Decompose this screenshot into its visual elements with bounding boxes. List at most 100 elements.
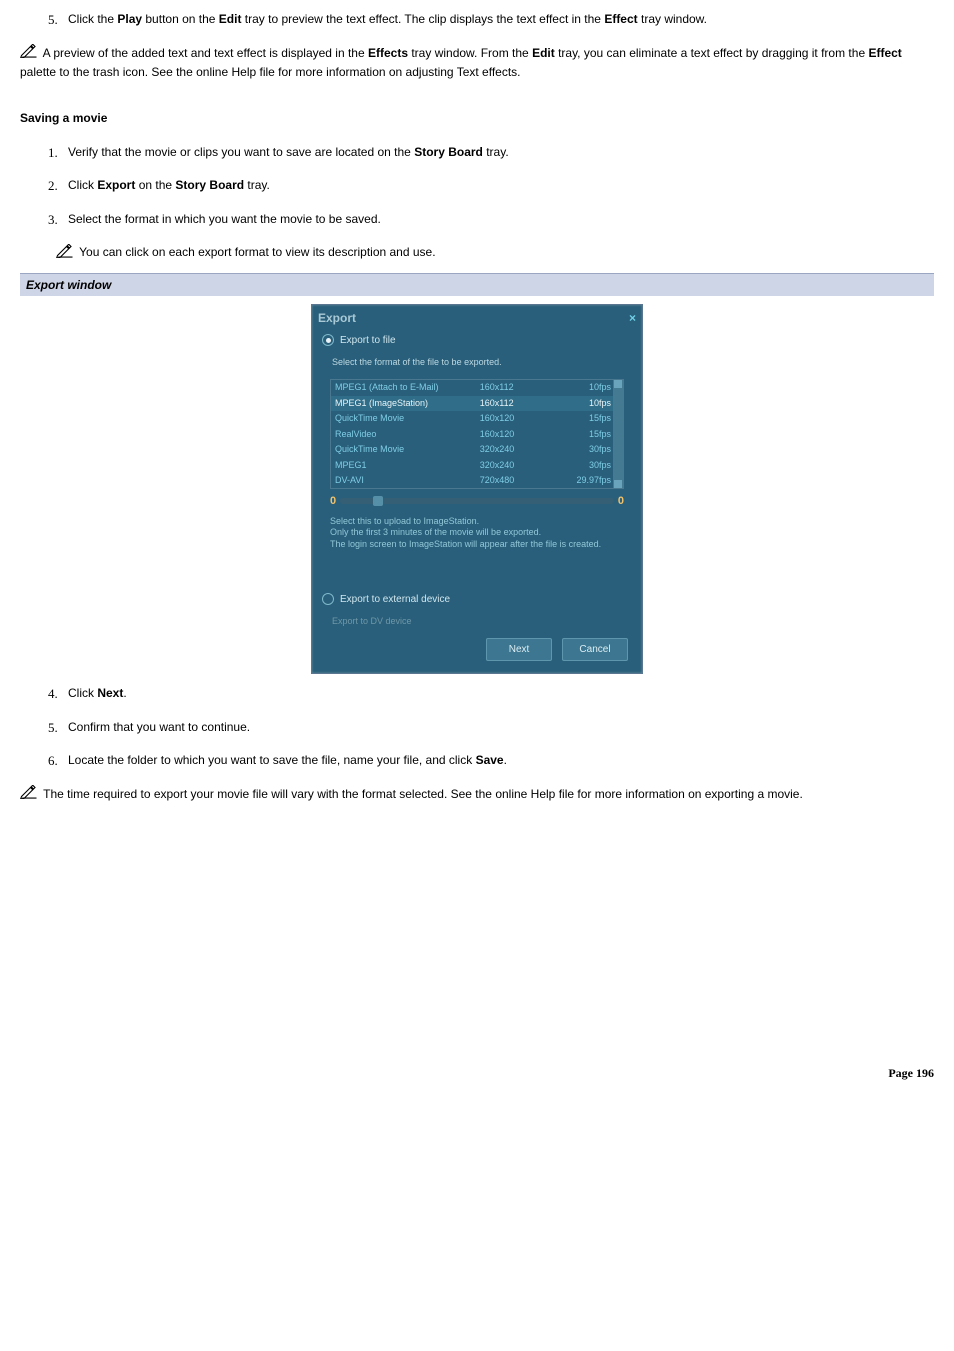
- format-row[interactable]: MPEG1320x24030fps: [331, 458, 623, 474]
- step-text: Locate the folder to which you want to s…: [68, 751, 934, 771]
- text: tray, you can eliminate a text effect by…: [555, 46, 869, 60]
- text: tray window.: [638, 12, 707, 26]
- format-row[interactable]: QuickTime Movie160x12015fps: [331, 411, 623, 427]
- radio-export-to-file[interactable]: Export to file: [312, 331, 642, 350]
- bold: Edit: [219, 12, 242, 26]
- list-number: 1.: [48, 143, 68, 163]
- page-number: Page 196: [20, 1064, 934, 1082]
- step-4: 4. Click Next.: [48, 684, 934, 704]
- text: Verify that the movie or clips you want …: [68, 145, 414, 159]
- step-1: 1. Verify that the movie or clips you wa…: [48, 143, 934, 163]
- text: .: [504, 753, 507, 767]
- bold: Effects: [368, 46, 408, 60]
- format-list[interactable]: MPEG1 (Attach to E-Mail)160x11210fpsMPEG…: [330, 379, 624, 489]
- text: A preview of the added text and text eff…: [40, 46, 368, 60]
- format-fps: 29.97fps: [561, 474, 619, 488]
- bold: Effect: [604, 12, 637, 26]
- step-3: 3. Select the format in which you want t…: [48, 210, 934, 230]
- cancel-button[interactable]: Cancel: [562, 638, 628, 661]
- format-resolution: 320x240: [480, 459, 561, 473]
- format-instruction: Select the format of the file to be expo…: [312, 350, 642, 376]
- step-text: Select the format in which you want the …: [68, 210, 934, 230]
- format-resolution: 160x120: [480, 412, 561, 426]
- format-name: MPEG1: [335, 459, 480, 473]
- format-row[interactable]: QuickTime Movie320x24030fps: [331, 442, 623, 458]
- text: button on the: [142, 12, 219, 26]
- radio-icon: [322, 593, 334, 605]
- format-row[interactable]: RealVideo160x12015fps: [331, 427, 623, 443]
- format-resolution: 720x480: [480, 474, 561, 488]
- format-fps: 30fps: [561, 459, 619, 473]
- quality-slider[interactable]: [340, 498, 614, 504]
- saving-steps-continued: 4. Click Next. 5. Confirm that you want …: [20, 684, 934, 771]
- desc-line: Only the first 3 minutes of the movie wi…: [330, 527, 624, 539]
- text: tray to preview the text effect. The cli…: [241, 12, 604, 26]
- bold: Story Board: [175, 178, 244, 192]
- slider-thumb[interactable]: [373, 496, 383, 506]
- step-5-text: Click the Play button on the Edit tray t…: [68, 10, 934, 30]
- list-number: 2.: [48, 176, 68, 196]
- page-number-text: Page 196: [888, 1066, 934, 1080]
- step-text: Click Next.: [68, 684, 934, 704]
- figure-caption: Export window: [20, 273, 934, 296]
- format-resolution: 160x112: [480, 397, 561, 411]
- dialog-title: Export: [318, 309, 356, 327]
- radio-label: Export to file: [340, 333, 396, 348]
- previous-list-continuation: 5. Click the Play button on the Edit tra…: [20, 10, 934, 30]
- step-2: 2. Click Export on the Story Board tray.: [48, 176, 934, 196]
- radio-icon: [322, 334, 334, 346]
- slider-left-label: 0: [330, 493, 336, 510]
- text: Click the: [68, 12, 117, 26]
- dialog-buttons: Next Cancel: [312, 630, 642, 673]
- text: tray.: [244, 178, 270, 192]
- format-resolution: 160x120: [480, 428, 561, 442]
- bold: Play: [117, 12, 142, 26]
- format-row[interactable]: MPEG1 (ImageStation)160x11210fps: [331, 396, 623, 412]
- step-text: Verify that the movie or clips you want …: [68, 143, 934, 163]
- step-5: 5. Click the Play button on the Edit tra…: [48, 10, 934, 30]
- format-row[interactable]: DV-AVI720x48029.97fps: [331, 473, 623, 489]
- format-resolution: 320x240: [480, 443, 561, 457]
- desc-line: The login screen to ImageStation will ap…: [330, 539, 624, 551]
- list-number: 5.: [48, 718, 68, 738]
- text: Click: [68, 686, 97, 700]
- text: tray.: [483, 145, 509, 159]
- format-name: MPEG1 (Attach to E-Mail): [335, 381, 480, 395]
- export-window-figure: Export × Export to file Select the forma…: [20, 296, 934, 685]
- close-icon[interactable]: ×: [629, 309, 636, 327]
- list-number: 3.: [48, 210, 68, 230]
- format-fps: 30fps: [561, 443, 619, 457]
- bold: Effect: [868, 46, 901, 60]
- note-icon: [56, 244, 74, 263]
- format-row[interactable]: MPEG1 (Attach to E-Mail)160x11210fps: [331, 380, 623, 396]
- step-6: 6. Locate the folder to which you want t…: [48, 751, 934, 771]
- list-number: 5.: [48, 10, 68, 30]
- saving-steps-list: 1. Verify that the movie or clips you wa…: [20, 143, 934, 230]
- note-text-effects: A preview of the added text and text eff…: [20, 44, 934, 81]
- bold: Edit: [532, 46, 555, 60]
- format-resolution: 160x112: [480, 381, 561, 395]
- text: Locate the folder to which you want to s…: [68, 753, 476, 767]
- export-dialog: Export × Export to file Select the forma…: [311, 304, 643, 675]
- list-number: 4.: [48, 684, 68, 704]
- text: The time required to export your movie f…: [40, 787, 803, 801]
- note-export-time: The time required to export your movie f…: [20, 785, 934, 804]
- text: palette to the trash icon. See the onlin…: [20, 65, 521, 79]
- radio-export-external[interactable]: Export to external device: [312, 590, 642, 609]
- text: .: [123, 686, 126, 700]
- bold: Save: [476, 753, 504, 767]
- next-button[interactable]: Next: [486, 638, 552, 661]
- format-description: Select this to upload to ImageStation. O…: [330, 516, 624, 576]
- radio-label: Export to external device: [340, 592, 450, 607]
- step-text: Click Export on the Story Board tray.: [68, 176, 934, 196]
- scrollbar[interactable]: [613, 380, 623, 488]
- bold: Story Board: [414, 145, 483, 159]
- export-dv-label: Export to DV device: [312, 609, 642, 631]
- bold: Next: [97, 686, 123, 700]
- format-fps: 10fps: [561, 381, 619, 395]
- note-export-formats: You can click on each export format to v…: [56, 243, 934, 262]
- step-5b: 5. Confirm that you want to continue.: [48, 718, 934, 738]
- desc-line: Select this to upload to ImageStation.: [330, 516, 624, 528]
- slider-right-label: 0: [618, 493, 624, 510]
- text: on the: [135, 178, 175, 192]
